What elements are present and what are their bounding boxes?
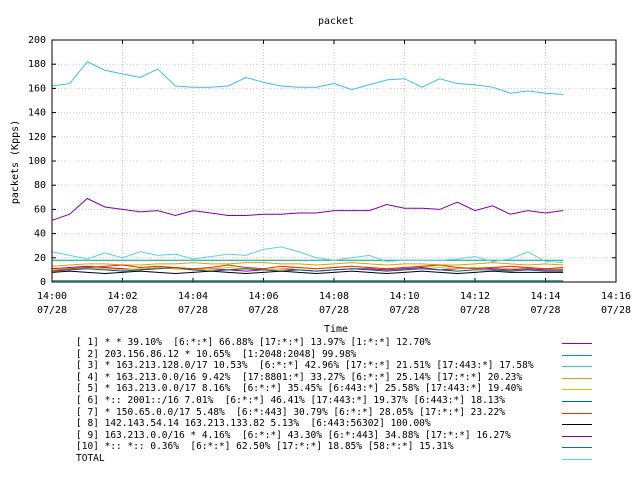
y-tick-label: 20 <box>34 253 46 264</box>
x-tick-label-date: 07/28 <box>460 305 490 316</box>
x-tick-label-time: 14:02 <box>107 291 137 302</box>
x-tick-label-time: 14:14 <box>530 291 560 302</box>
legend-entry: [ 2] 203.156.86.12 * 10.65% [1:2048:2048… <box>76 348 357 360</box>
x-tick-label-time: 14:00 <box>37 291 67 302</box>
y-tick-label: 100 <box>28 156 46 167</box>
legend-swatch <box>562 389 592 391</box>
legend-swatch <box>562 354 592 356</box>
series-line-3 <box>51 61 564 95</box>
legend-swatch <box>562 447 592 449</box>
x-tick-label-time: 14:12 <box>460 291 490 302</box>
y-tick-label: 160 <box>28 83 46 94</box>
legend-swatch <box>562 377 592 379</box>
y-tick-label: 0 <box>40 277 46 288</box>
x-tick-label-time: 14:04 <box>178 291 208 302</box>
series-lines <box>51 61 564 282</box>
legend-entry: TOTAL <box>76 453 105 464</box>
y-tick-label: 140 <box>28 108 46 119</box>
x-tick-label-time: 14:16 <box>601 291 631 302</box>
legend-swatch <box>562 366 592 368</box>
x-tick-label-date: 07/28 <box>107 305 137 316</box>
y-tick-label: 180 <box>28 59 46 70</box>
y-tick-label: 80 <box>34 180 46 191</box>
legend-swatch <box>562 435 592 437</box>
x-tick-label-date: 07/28 <box>601 305 631 316</box>
legend-entry: [ 8] 142.143.54.14 163.213.133.82 5.13% … <box>76 418 431 430</box>
x-tick-label-date: 07/28 <box>37 305 67 316</box>
x-tick-label-time: 14:06 <box>248 291 278 302</box>
legend-swatch <box>562 343 592 344</box>
legend-entry: [ 3] * 163.213.128.0/17 10.53% [6:*:*] 4… <box>76 360 534 372</box>
chart-title: packet <box>318 16 354 27</box>
legend-swatch <box>562 459 592 460</box>
y-tick-label: 60 <box>34 204 46 215</box>
axis-ticks: 0 20 40 60 80 100 120 140 160 180 200 14:00 07/28 14:… <box>28 35 631 316</box>
x-tick-label-time: 14:08 <box>319 291 349 302</box>
y-axis-label: packets (Kpps) <box>10 120 21 204</box>
legend-entry: [ 6] *:: 2001::/16 7.01% [6:*:*] 46.41% … <box>76 395 505 406</box>
legend-swatch <box>562 424 592 426</box>
y-tick-label: 200 <box>28 35 46 46</box>
legend-entry: [10] *:: *:: 0.36% [6:*:*] 62.50% [17:*:… <box>76 441 454 453</box>
legend-entry: [ 5] * 163.213.0.0/17 8.16% [6:*:*] 35.4… <box>76 383 523 395</box>
x-tick-label-time: 14:10 <box>389 291 419 302</box>
series-line-8 <box>51 270 564 275</box>
x-tick-label-date: 07/28 <box>389 305 419 316</box>
legend-entry: [ 1] * * 39.10% [6:*:*] 66.88% [17:*:*] … <box>76 337 431 348</box>
x-axis-label: Time <box>324 324 348 335</box>
y-tick-label: 120 <box>28 132 46 143</box>
legend-swatch <box>562 401 592 402</box>
y-tick-label: 40 <box>34 229 46 240</box>
x-tick-label-date: 07/28 <box>319 305 349 316</box>
legend-swatch <box>562 412 592 414</box>
x-tick-label-date: 07/28 <box>248 305 278 316</box>
legend-entry: [ 7] * 150.65.0.0/17 5.48% [6:*:443] 30.… <box>76 406 505 418</box>
legend-entry: [ 9] 163.213.0.0/16 * 4.16% [6:*:*] 43.3… <box>76 429 511 441</box>
x-tick-label-date: 07/28 <box>178 305 208 316</box>
x-tick-label-date: 07/28 <box>530 305 560 316</box>
legend-entry: [ 4] * 163.213.0.0/16 9.42% [17:8801:*] … <box>76 371 523 383</box>
